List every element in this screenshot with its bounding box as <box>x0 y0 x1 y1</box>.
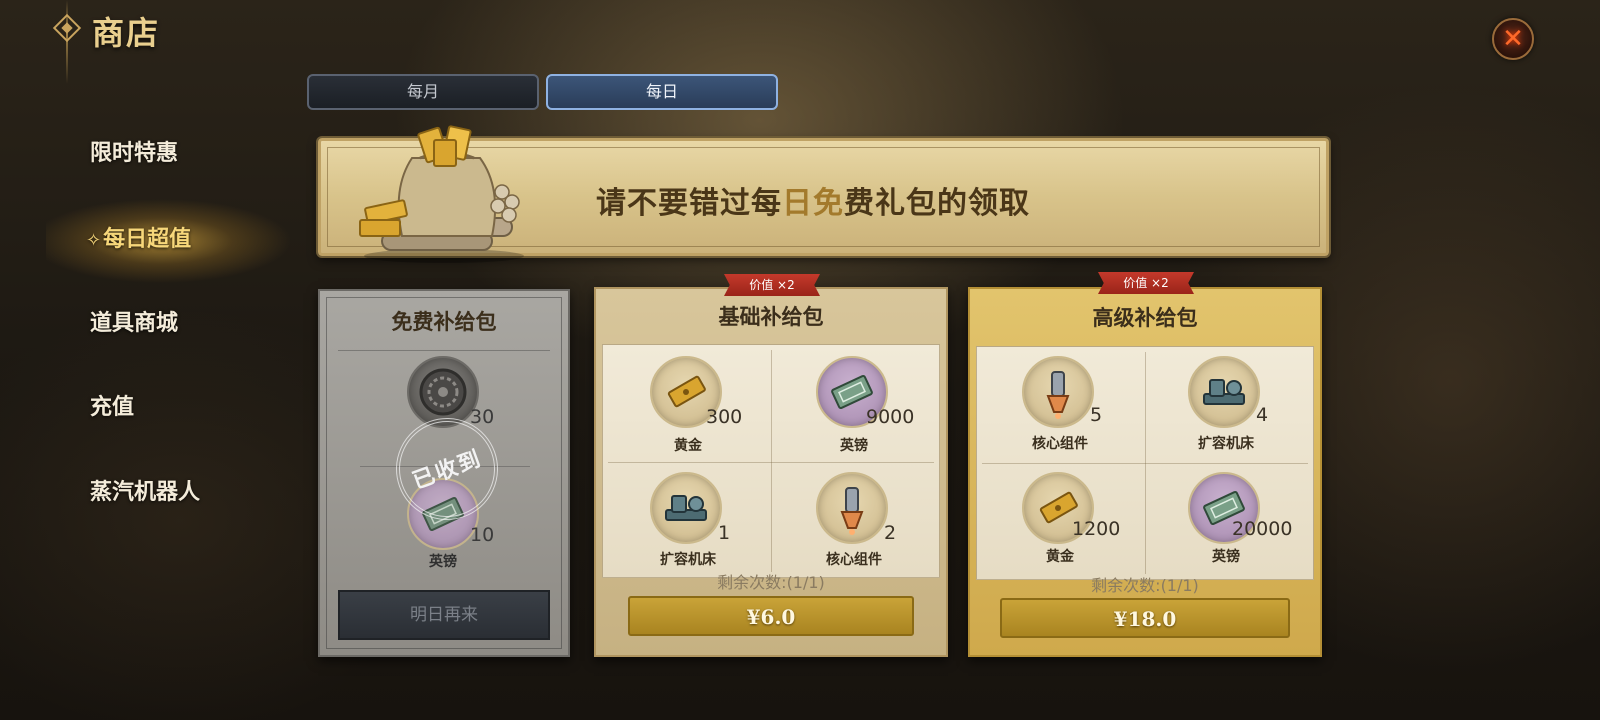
item-name: 英镑 <box>429 554 457 570</box>
value-ribbon: 价值 ×2 <box>724 274 820 296</box>
card-divider <box>338 350 550 351</box>
machine-tool-icon <box>1203 379 1245 405</box>
item-name: 英镑 <box>1212 549 1240 565</box>
basic-pack-title: 基础补给包 <box>718 304 824 329</box>
page-title: 商店 <box>92 14 161 52</box>
advanced-pack-buy-button[interactable]: ¥18.0 <box>1000 598 1290 638</box>
value-ribbon: 价值 ×2 <box>1098 272 1194 294</box>
basic-pack-buy-button[interactable]: ¥6.0 <box>628 596 914 636</box>
sidebar-item-steam-robot[interactable]: 蒸汽机器人 <box>90 477 200 507</box>
remaining-count: 剩余次数:(1/1) <box>717 573 825 592</box>
item-quantity: 10 <box>470 524 495 546</box>
item-quantity: 20000 <box>1232 518 1293 540</box>
item-name: 核心组件 <box>826 552 882 568</box>
item-quantity: 4 <box>1256 404 1269 426</box>
banner-text-part: 请不要错过每 <box>596 186 782 221</box>
item-icon-slot <box>816 472 888 544</box>
core-component-icon <box>840 487 864 535</box>
banner-text-highlight: 日免 <box>782 186 844 221</box>
item-icon-slot <box>1022 356 1094 428</box>
item-quantity: 1200 <box>1072 518 1121 540</box>
card-divider <box>771 350 772 572</box>
tab-monthly[interactable]: 每月 <box>307 74 539 110</box>
item-name: 扩容机床 <box>1198 436 1254 452</box>
free-pack-title: 免费补给包 <box>391 309 497 334</box>
close-icon: ✕ <box>1502 24 1524 54</box>
core-component-icon <box>1046 371 1070 419</box>
banner-text-part: 费礼包的领取 <box>844 186 1030 221</box>
diamond-emblem-icon <box>52 13 82 43</box>
item-quantity: 5 <box>1090 404 1103 426</box>
item-name: 黄金 <box>1046 549 1074 565</box>
remaining-count: 剩余次数:(1/1) <box>1091 576 1199 595</box>
sparkle-icon: ✧ <box>86 230 102 251</box>
card-divider <box>982 463 1308 464</box>
close-button[interactable]: ✕ <box>1492 18 1534 60</box>
stamp-text: 已收到 <box>409 445 486 495</box>
sidebar-item-daily-value[interactable]: ✧每日超值 <box>86 224 191 254</box>
gold-sack-icon <box>359 125 524 263</box>
item-icon-slot <box>1188 356 1260 428</box>
item-name: 黄金 <box>674 438 702 454</box>
sidebar-item-item-mall[interactable]: 道具商城 <box>90 308 178 338</box>
item-name: 扩容机床 <box>660 552 716 568</box>
item-quantity: 9000 <box>866 406 915 428</box>
item-quantity: 2 <box>884 522 897 544</box>
item-quantity: 300 <box>706 406 743 428</box>
item-name: 英镑 <box>840 438 868 454</box>
come-back-tomorrow-button[interactable]: 明日再来 <box>338 590 550 640</box>
advanced-pack-title: 高级补给包 <box>1092 305 1198 330</box>
sidebar-item-recharge[interactable]: 充值 <box>90 392 134 422</box>
item-quantity: 1 <box>718 522 731 544</box>
banner-message: 请不要错过每日免费礼包的领取 <box>596 178 1030 222</box>
item-name: 核心组件 <box>1032 436 1088 452</box>
tab-daily[interactable]: 每日 <box>546 74 778 110</box>
card-divider <box>608 462 934 463</box>
item-icon-slot <box>650 472 722 544</box>
sidebar-item-limited-offer[interactable]: 限时特惠 <box>90 138 178 168</box>
gear-medal-icon <box>419 368 467 416</box>
sidebar-item-label: 每日超值 <box>103 226 192 252</box>
machine-tool-icon <box>665 495 707 521</box>
